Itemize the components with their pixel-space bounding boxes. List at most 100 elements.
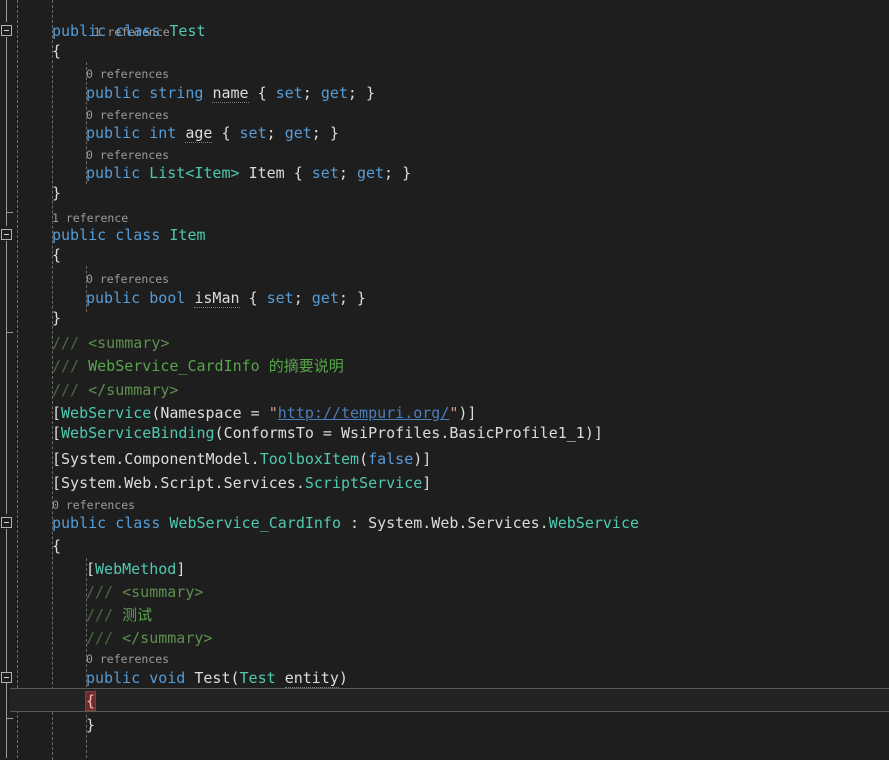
token-identifier-name: name (212, 84, 249, 103)
token-identifier-age: age (185, 124, 213, 143)
token-brace: { (52, 42, 62, 60)
code-line-prop-item[interactable]: public List<Item> Item { set; get; } (86, 163, 889, 183)
code-line-attribute-webmethod[interactable]: [WebMethod] (86, 559, 889, 579)
token-brace: } (86, 716, 96, 734)
code-line-class-webservice-cardinfo[interactable]: public class WebService_CardInfo : Syste… (52, 513, 889, 533)
codelens-label[interactable]: 0 references (86, 148, 169, 162)
code-line-attribute-toolboxitem[interactable]: [System.ComponentModel.ToolboxItem(false… (52, 449, 889, 469)
token-xml-tag-summary: <summary> (122, 583, 204, 601)
code-line-class-test[interactable]: public class Test (52, 21, 889, 41)
token-doc-text: 测试 (122, 606, 153, 624)
code-line-doc-summary-close[interactable]: /// </summary> (86, 628, 889, 648)
token-brace: { (52, 537, 62, 555)
codelens-prop-name[interactable]: 0 references (86, 64, 889, 84)
token-attribute-webservicebinding: WebServiceBinding (61, 424, 215, 442)
token-keyword-public: public (86, 164, 141, 182)
token-keyword-public: public (86, 289, 141, 307)
outline-tree-line (6, 529, 7, 718)
token-bracket: )] (458, 404, 477, 422)
token-parameter-entity: entity (284, 669, 339, 688)
code-line-doc-summary-open[interactable]: /// <summary> (86, 582, 889, 602)
token-doc-slashes: /// (52, 357, 80, 375)
token-keyword-public: public (52, 226, 107, 244)
token-brace: } (52, 184, 62, 202)
code-line-open-brace[interactable]: { (52, 245, 889, 265)
token-attribute-arg: (ConformsTo = WsiProfiles.BasicProfile1_… (214, 424, 603, 442)
code-line-attribute-scriptservice[interactable]: [System.Web.Script.Services.ScriptServic… (52, 473, 889, 493)
token-identifier-isman: isMan (194, 289, 240, 308)
token-keyword-public: public (52, 22, 107, 40)
token-identifier-item: Item (248, 164, 285, 182)
outline-tree-tick (6, 332, 13, 333)
token-url-link[interactable]: http://tempuri.org/ (278, 404, 450, 422)
codelens-prop-isman[interactable]: 0 references (86, 269, 889, 289)
token-keyword-int: int (149, 124, 177, 142)
outline-tree-line (6, 0, 7, 22)
token-namespace: System.Web.Services. (368, 514, 549, 532)
codelens-prop-age[interactable]: 0 references (86, 105, 889, 125)
codelens-label[interactable]: 0 references (86, 652, 169, 666)
code-line-prop-age[interactable]: public int age { set; get; } (86, 123, 889, 143)
token-bracket: ] (422, 474, 432, 492)
token-bracket: [ (52, 424, 62, 442)
fold-toggle-class-webservice-cardinfo[interactable] (1, 517, 12, 528)
token-brace-highlighted: { (84, 691, 97, 711)
code-surface[interactable]: 1 reference public class Test { 0 refere… (10, 0, 889, 760)
token-brace: { (52, 246, 62, 264)
code-line-open-brace[interactable]: { (52, 41, 889, 61)
code-line-doc-summary-open[interactable]: /// <summary> (52, 333, 889, 353)
fold-toggle-class-test[interactable] (1, 25, 12, 36)
token-keyword-bool: bool (149, 289, 186, 307)
token-keyword-public: public (86, 84, 141, 102)
code-line-open-brace[interactable]: { (52, 536, 889, 556)
code-editor[interactable]: 1 reference public class Test { 0 refere… (0, 0, 889, 760)
token-xml-tag-summary: </summary> (122, 629, 213, 647)
codelens-method-test[interactable]: 0 references (86, 649, 889, 669)
code-line-doc-summary-close[interactable]: /// </summary> (52, 380, 889, 400)
token-type-list-item: List<Item> (149, 164, 240, 182)
code-line-doc-text[interactable]: /// WebService_CardInfo 的摘要说明 (52, 356, 889, 376)
token-namespace: [System.Web.Script.Services. (52, 474, 305, 492)
code-line-attribute-webservice[interactable]: [WebService(Namespace = "http://tempuri.… (52, 403, 889, 423)
code-line-doc-text[interactable]: /// 测试 (86, 605, 889, 625)
codelens-label[interactable]: 0 references (86, 67, 169, 81)
code-line-prop-isman[interactable]: public bool isMan { set; get; } (86, 288, 889, 308)
codelens-label[interactable]: 0 references (52, 498, 135, 512)
codelens-label[interactable]: 1 reference (52, 211, 128, 225)
code-line-prop-name[interactable]: public string name { set; get; } (86, 83, 889, 103)
code-line-method-open-brace[interactable]: { (84, 691, 889, 711)
code-line-attribute-webservicebinding[interactable]: [WebServiceBinding(ConformsTo = WsiProfi… (52, 423, 889, 443)
token-type-webservice: WebService (548, 514, 640, 532)
code-line-method-close-brace[interactable]: } (86, 715, 889, 735)
code-line-method-test[interactable]: public void Test(Test entity) (86, 668, 889, 688)
codelens-label[interactable]: 0 references (86, 108, 169, 122)
codelens-class-test[interactable]: 1 reference (52, 2, 889, 39)
token-doc-slashes: /// (52, 381, 80, 399)
codelens-prop-item[interactable]: 0 references (86, 145, 889, 165)
token-brace: } (52, 309, 62, 327)
token-bracket: [ (86, 560, 96, 578)
outline-tree-line (6, 212, 7, 226)
token-method-name-test: Test (194, 669, 231, 687)
fold-toggle-method-test[interactable] (1, 672, 12, 683)
code-line-class-item[interactable]: public class Item (52, 225, 889, 245)
token-doc-slashes: /// (86, 583, 114, 601)
code-line-close-brace[interactable]: } (52, 183, 889, 203)
codelens-class-webservice-cardinfo[interactable]: 0 references (52, 495, 889, 515)
gutter-separator (17, 0, 18, 758)
outline-tree-line (6, 332, 7, 514)
code-line-close-brace[interactable]: } (52, 308, 889, 328)
codelens-label[interactable]: 0 references (86, 272, 169, 286)
token-attribute-webmethod: WebMethod (95, 560, 177, 578)
editor-gutter (0, 0, 40, 758)
token-bracket: )] (413, 450, 432, 468)
token-doc-slashes: /// (52, 334, 80, 352)
token-doc-text: WebService_CardInfo 的摘要说明 (88, 357, 344, 375)
token-paren: ( (359, 450, 369, 468)
token-keyword-public: public (86, 124, 141, 142)
token-bracket: [ (52, 404, 62, 422)
outline-tree-tick (6, 718, 13, 719)
token-string-quote: " (268, 404, 278, 422)
token-colon: : (341, 514, 369, 532)
fold-toggle-class-item[interactable] (1, 229, 12, 240)
